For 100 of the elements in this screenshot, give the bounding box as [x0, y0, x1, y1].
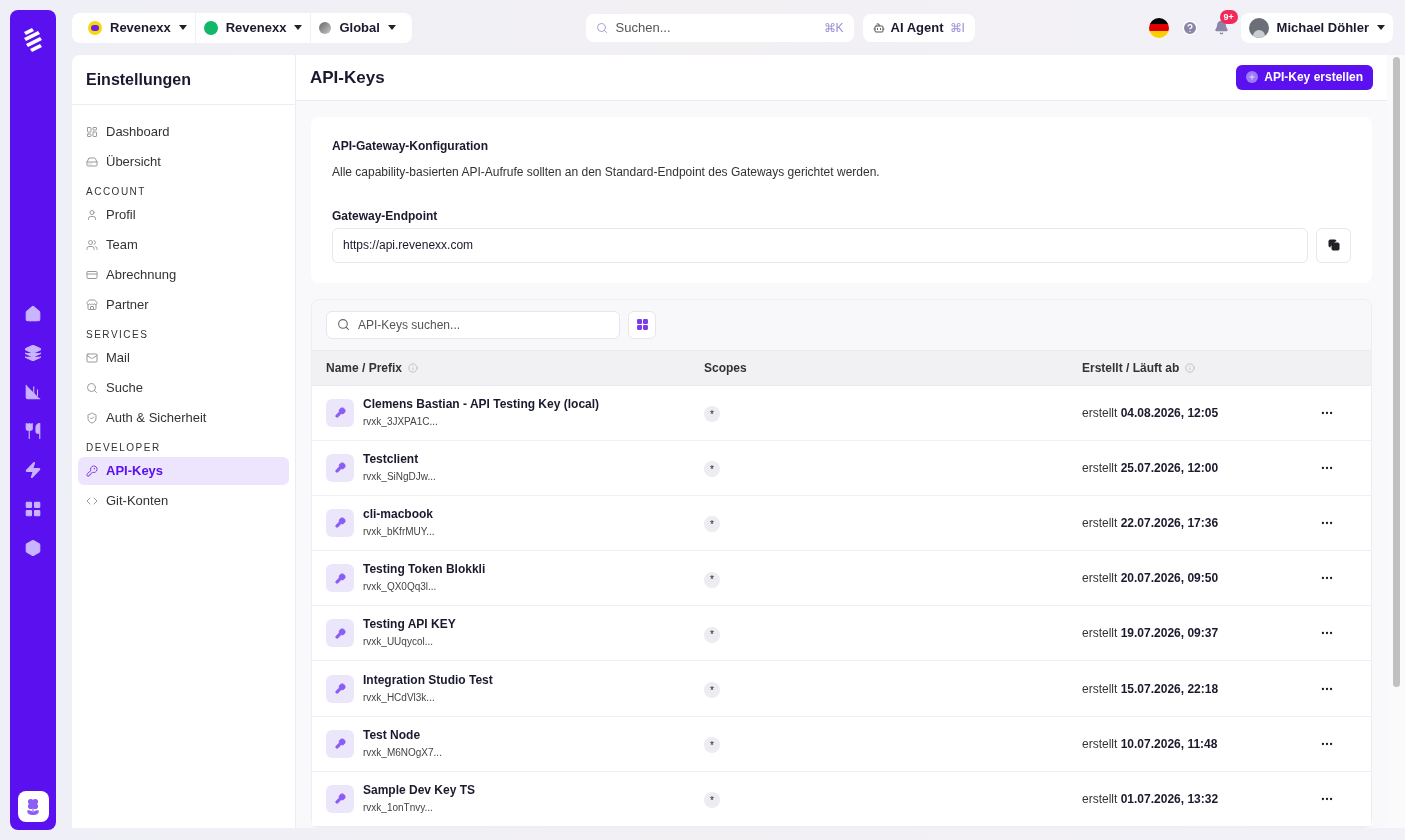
- drive-icon: [86, 156, 98, 168]
- key-icon: [326, 398, 354, 427]
- key-icon: [326, 784, 354, 813]
- section-heading: DEVELOPER: [85, 441, 162, 455]
- key-name: Testing API KEY: [363, 617, 456, 633]
- scope-tag: *: [704, 792, 720, 809]
- created-date: erstellt 01.07.2026, 13:32: [1082, 790, 1220, 808]
- caret-icon: [294, 25, 303, 30]
- scope-tag: *: [704, 737, 720, 754]
- notification-badge: 9+: [1219, 10, 1238, 24]
- grid-icon: [635, 318, 649, 331]
- sidebar-item[interactable]: Partner: [78, 291, 289, 319]
- scope-tag: *: [704, 626, 720, 643]
- key-name: Clemens Bastian - API Testing Key (local): [363, 396, 600, 412]
- key-search-field[interactable]: API-Keys suchen...: [326, 310, 620, 339]
- user-menu[interactable]: Michael Döhler: [1240, 12, 1393, 43]
- scope-tag: *: [704, 682, 720, 699]
- key-icon: [326, 619, 354, 648]
- workspace-switcher[interactable]: Revenexx: [194, 12, 311, 43]
- sidebar-item[interactable]: API-Keys: [78, 457, 289, 485]
- copy-button[interactable]: [1316, 227, 1351, 263]
- grid-icon: [24, 500, 42, 518]
- key-name: Sample Dev Key TS: [363, 782, 476, 798]
- fork-icon: [24, 422, 42, 440]
- lightning-icon: [24, 461, 42, 479]
- scope-tag: *: [704, 571, 720, 588]
- key-prefix: rvxk_M6NOgX7...: [363, 745, 442, 760]
- created-date: erstellt 15.07.2026, 22:18: [1082, 680, 1220, 698]
- created-date: erstellt 19.07.2026, 09:37: [1082, 625, 1220, 643]
- shield-icon: [86, 412, 98, 424]
- copy-icon: [1327, 239, 1340, 251]
- column-header: Erstellt / Läuft ab: [1082, 359, 1180, 377]
- key-name: Testclient: [363, 451, 420, 467]
- card-title: API-Gateway-Konfiguration: [332, 137, 489, 155]
- store-icon: [86, 299, 98, 311]
- key-prefix: rvxk_1onTnvy...: [363, 800, 434, 815]
- sidebar-title: Einstellungen: [86, 69, 191, 90]
- card-description: Alle capability-basierten API-Aufrufe sollten an den Standard-Endpoint des Gateways gerichtet werden.: [332, 163, 881, 181]
- column-header: Name / Prefix: [326, 359, 403, 377]
- sidebar-item[interactable]: Auth & Sicherheit: [78, 404, 289, 432]
- help-icon[interactable]: [1181, 19, 1198, 36]
- sidebar-item[interactable]: Team: [78, 231, 289, 259]
- created-date: erstellt 10.07.2026, 11:48: [1082, 735, 1219, 753]
- robot-icon: [872, 21, 885, 34]
- scope-tag: *: [704, 406, 720, 423]
- dashboard-icon: [86, 126, 98, 138]
- scrollbar-thumb[interactable]: [1392, 57, 1400, 687]
- key-name: Integration Studio Test: [363, 672, 493, 688]
- search-icon: [86, 382, 98, 394]
- sidebar-item[interactable]: Suche: [78, 374, 289, 402]
- ai-agent-button[interactable]: AI Agent ⌘I: [862, 13, 975, 42]
- caret-icon: [387, 25, 396, 30]
- key-icon: [326, 508, 354, 537]
- logo-icon: [88, 20, 102, 35]
- sidebar-item[interactable]: Dashboard: [78, 118, 289, 146]
- page-title: API-Keys: [310, 66, 386, 89]
- key-prefix: rvxk_UUqycol...: [363, 635, 434, 650]
- sidebar-item[interactable]: Übersicht: [78, 148, 289, 176]
- globe-icon: [319, 21, 332, 34]
- layers-icon: [24, 344, 42, 362]
- search-field[interactable]: Suchen... ⌘K: [585, 13, 854, 42]
- key-icon: [326, 564, 354, 593]
- caret-icon: [1377, 25, 1385, 30]
- rail-button[interactable]: [17, 791, 49, 822]
- avatar: [1248, 17, 1269, 38]
- scope-tag: *: [704, 516, 720, 533]
- scope-tag: *: [704, 461, 720, 478]
- created-date: erstellt 20.07.2026, 09:50: [1082, 570, 1220, 588]
- sidebar-item[interactable]: Profil: [78, 201, 289, 229]
- sidebar-item[interactable]: Git-Konten: [78, 487, 289, 515]
- key-icon: [326, 729, 354, 758]
- search-icon: [337, 318, 350, 331]
- created-date: erstellt 04.08.2026, 12:05: [1082, 404, 1220, 422]
- workspace-switcher[interactable]: Revenexx: [80, 12, 195, 43]
- column-header: Scopes: [704, 359, 747, 377]
- created-date: erstellt 25.07.2026, 12:00: [1082, 459, 1220, 477]
- key-prefix: rvxk_QX0Qq3l...: [363, 580, 438, 595]
- sidebar-item[interactable]: Abrechnung: [78, 261, 289, 289]
- key-icon: [326, 674, 354, 703]
- key-name: Test Node: [363, 727, 422, 743]
- view-toggle-button[interactable]: [628, 310, 656, 339]
- search-placeholder: Suchen...: [615, 18, 672, 37]
- create-key-button[interactable]: API-Key erstellen: [1236, 64, 1373, 90]
- mail-icon: [86, 352, 98, 364]
- key-prefix: rvxk_SiNgDJw...: [363, 469, 436, 484]
- team-icon: [86, 239, 98, 251]
- bar-chart-icon: [24, 383, 42, 401]
- user-icon: [86, 209, 98, 221]
- field-label: Gateway-Endpoint: [332, 207, 439, 225]
- key-icon: [326, 453, 354, 482]
- section-heading: SERVICES: [85, 328, 150, 342]
- workspace-switcher[interactable]: Global: [310, 12, 404, 43]
- endpoint-field[interactable]: https://api.revenexx.com: [332, 227, 1308, 263]
- shortcut-hint: ⌘K: [823, 19, 844, 37]
- sidebar-item[interactable]: Mail: [78, 344, 289, 372]
- key-name: cli-macbook: [363, 506, 435, 522]
- caret-icon: [178, 25, 187, 30]
- flag-icon[interactable]: [1148, 17, 1169, 38]
- bell-icon[interactable]: [1213, 20, 1229, 35]
- home-icon: [24, 305, 42, 323]
